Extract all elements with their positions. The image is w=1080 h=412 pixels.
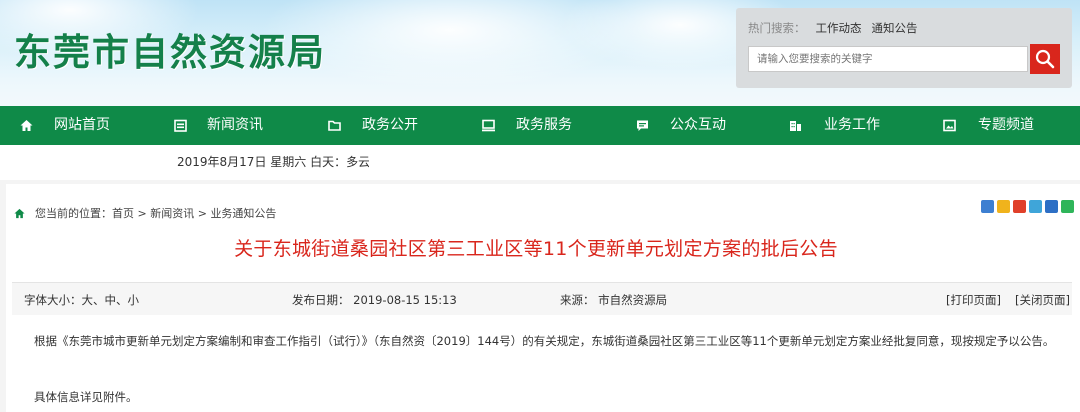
main-nav: 网站首页 新闻资讯 政务公开 政务服务 公众互动 业务工作 专题频道 [0,106,1080,145]
nav-item-gov-services[interactable]: 政务服务 [482,106,607,145]
article-title: 关于东城街道桑园社区第三工业区等11个更新单元划定方案的批后公告 [234,238,838,260]
search-input[interactable] [748,46,1028,72]
hot-link-work-news[interactable]: 工作动态 [816,21,862,35]
font-size-small[interactable]: 小 [128,293,140,307]
nav-label: 公众互动 [670,117,726,133]
calendar-icon [174,119,187,132]
breadcrumb-home[interactable]: 首页 [112,207,134,220]
page-actions: [打印页面] [关闭页面] [932,292,1070,308]
chat-icon [637,120,648,131]
font-size-control: 字体大小：大、中、小 [24,293,140,307]
renren-icon[interactable] [1045,200,1058,213]
nav-item-news[interactable]: 新闻资讯 [174,106,299,145]
hot-search: 热门搜索： 工作动态 通知公告 [748,20,918,36]
home-icon [20,120,33,131]
print-page-link[interactable]: [打印页面] [946,293,1001,307]
article-body-paragraph: 根据《东莞市城市更新单元划定方案编制和审查工作指引（试行）》（东自然资〔2019… [34,334,1055,348]
date-bar: 2019年8月17日 星期六 白天：多云 [0,145,1080,180]
nav-item-interaction[interactable]: 公众互动 [636,106,761,145]
monitor-icon [482,119,495,132]
site-logo[interactable]: 东莞市自然资源局 [14,22,326,76]
image-icon [943,119,956,132]
publish-date-value: 2019-08-15 15:13 [353,293,457,307]
nav-item-gov-affairs[interactable]: 政务公开 [328,106,453,145]
qzone-icon[interactable] [997,200,1010,213]
article-body-attachment-note: 具体信息详见附件。 [34,390,138,404]
pengyou-icon[interactable] [1029,200,1042,213]
nav-label: 专题频道 [978,117,1034,133]
hot-search-label: 热门搜索： [748,21,806,35]
building-icon [790,121,801,131]
source-label: 来源： [560,293,595,307]
breadcrumb-separator: > [194,207,211,220]
nav-label: 政务服务 [516,117,572,133]
article-meta-bar: 字体大小：大、中、小 发布日期： 2019-08-15 15:13 来源： 市自… [12,282,1072,315]
magnifier-icon [1035,49,1055,69]
search-panel: 热门搜索： 工作动态 通知公告 [736,8,1072,88]
hot-link-notices[interactable]: 通知公告 [872,21,918,35]
nav-item-home[interactable]: 网站首页 [20,106,145,145]
folder-icon [328,120,341,131]
nav-label: 政务公开 [362,117,418,133]
breadcrumb-separator: > [134,207,151,220]
font-size-medium[interactable]: 中 [105,293,117,307]
nav-label: 新闻资讯 [207,117,263,133]
nav-label: 网站首页 [54,117,110,133]
article-source: 来源： 市自然资源局 [560,292,667,308]
nav-label: 业务工作 [824,117,880,133]
weibo-icon[interactable] [1013,200,1026,213]
breadcrumb-prefix: 您当前的位置： [35,207,112,220]
breadcrumb-news[interactable]: 新闻资讯 [150,207,194,220]
date-weather-text: 2019年8月17日 星期六 白天：多云 [177,155,369,169]
nav-item-business[interactable]: 业务工作 [789,106,914,145]
publish-date-label: 发布日期： [292,293,350,307]
share-plus-icon[interactable] [981,200,994,213]
share-bar [978,200,1074,214]
breadcrumb-current[interactable]: 业务通知公告 [210,207,276,220]
source-value: 市自然资源局 [598,293,668,307]
font-size-label: 字体大小： [24,293,82,307]
site-header: 东莞市自然资源局 热门搜索： 工作动态 通知公告 [0,0,1080,106]
font-size-large[interactable]: 大 [82,293,94,307]
article-panel: 您当前的位置：首页 > 新闻资讯 > 业务通知公告 关于东城街道桑园社区第三工业… [6,184,1080,412]
nav-item-special[interactable]: 专题频道 [943,106,1068,145]
search-button[interactable] [1030,44,1060,74]
home-icon [14,208,25,219]
breadcrumb: 您当前的位置：首页 > 新闻资讯 > 业务通知公告 [14,205,276,221]
publish-date: 发布日期： 2019-08-15 15:13 [292,292,457,308]
close-page-link[interactable]: [关闭页面] [1015,293,1070,307]
wechat-icon[interactable] [1061,200,1074,213]
